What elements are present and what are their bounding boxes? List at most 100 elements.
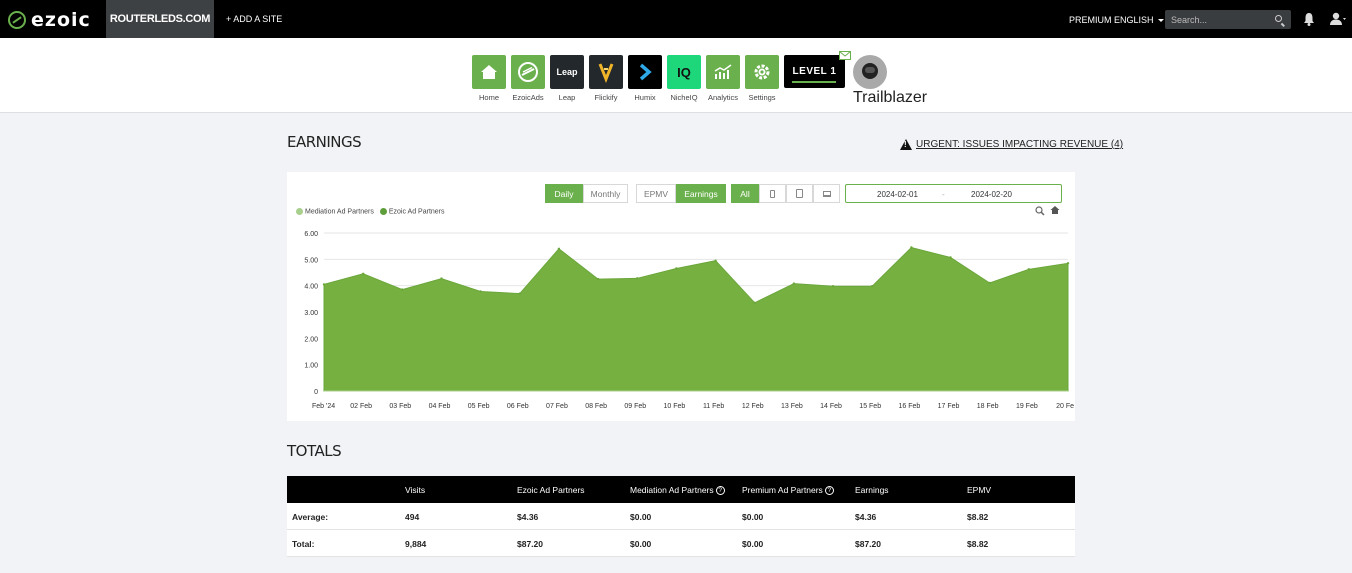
data-point [910, 246, 913, 249]
ezoic-logo[interactable]: ezoic [8, 9, 91, 31]
x-tick-label: 17 Feb [938, 403, 960, 410]
data-point [831, 285, 835, 288]
data-point [362, 272, 365, 275]
home-icon [472, 55, 506, 89]
cell-ezoic: $87.20 [517, 539, 543, 549]
data-point [949, 256, 952, 259]
humix-icon [628, 55, 662, 89]
warning-icon [900, 139, 912, 150]
search-input[interactable] [1165, 10, 1265, 30]
header-mediation-label: Mediation Ad Partners [630, 485, 714, 495]
x-tick-label: 18 Feb [977, 403, 999, 410]
x-tick-label: 07 Feb [546, 403, 568, 410]
cell-earnings: $87.20 [855, 539, 881, 549]
cell-visits: 494 [405, 512, 420, 522]
earnings-heading: EARNINGS [287, 133, 362, 151]
cell-mediation: $0.00 [630, 539, 652, 549]
urgent-issues-link[interactable]: URGENT: ISSUES IMPACTING REVENUE (4) [900, 139, 1123, 150]
ezoic-logo-icon [8, 11, 26, 29]
data-point [479, 290, 482, 293]
table-row: Average: 494 $4.36 $0.00 $0.00 $4.36 $8.… [287, 503, 1075, 530]
help-icon[interactable]: ? [824, 486, 834, 496]
data-point [1027, 268, 1030, 271]
x-tick-label: 16 Feb [898, 403, 920, 410]
series-area-ezoic-ad-partners [323, 246, 1069, 392]
data-point [401, 288, 404, 291]
data-point [675, 267, 678, 270]
language-dropdown[interactable]: ENGLISH [1114, 15, 1164, 25]
header-mediation-ad-partners: Mediation Ad Partners? [630, 485, 725, 496]
level-badge[interactable]: LEVEL 1 [784, 51, 851, 88]
cell-mediation: $0.00 [630, 512, 652, 522]
x-tick-label: Feb '24 [312, 403, 335, 410]
app-label: Settings [748, 93, 776, 102]
x-tick-label: 08 Feb [585, 403, 607, 410]
y-tick-label: 3.00 [304, 310, 318, 317]
y-tick-label: 0 [314, 389, 318, 396]
x-tick-label: 19 Feb [1016, 403, 1038, 410]
data-point [1066, 262, 1070, 265]
data-point [714, 259, 717, 262]
data-point [322, 283, 326, 286]
data-point [596, 277, 600, 281]
user-icon[interactable] [1330, 12, 1346, 26]
header-visits: Visits [405, 485, 426, 495]
x-tick-label: 09 Feb [624, 403, 646, 410]
caret-down-icon [1157, 19, 1164, 23]
astronaut-icon [853, 55, 887, 89]
bell-icon[interactable] [1303, 12, 1315, 26]
header-ezoic-ad-partners: Ezoic Ad Partners [517, 485, 585, 495]
y-tick-label: 1.00 [304, 363, 318, 370]
site-selector-tab[interactable]: ROUTERLEDS.COM [106, 0, 214, 38]
data-point [753, 301, 756, 304]
cell-premium: $0.00 [742, 512, 764, 522]
cell-visits: 9,884 [405, 539, 427, 549]
add-site-link[interactable]: + ADD A SITE [226, 14, 282, 24]
urgent-issues-text: URGENT: ISSUES IMPACTING REVENUE (4) [916, 139, 1124, 150]
earnings-area-chart: 0 1.00 2.00 3.00 4.00 5.00 6.00 Feb '24 02 Feb 03… [304, 231, 1074, 410]
analytics-icon [706, 55, 740, 89]
data-point [518, 292, 521, 295]
row-label: Average: [292, 512, 329, 522]
ezoicads-icon [511, 55, 545, 89]
cell-earnings: $4.36 [855, 512, 877, 522]
x-tick-label: 04 Feb [429, 403, 451, 410]
cell-epmv: $8.82 [967, 539, 989, 549]
top-navbar: ezoic ROUTERLEDS.COM + ADD A SITE PREMIU… [0, 0, 1352, 38]
flickify-icon [589, 55, 623, 89]
data-point [557, 247, 561, 250]
envelope-icon [839, 51, 851, 60]
app-launcher-bar: Home EzoicAds Leap Leap Flickify Humix I… [0, 38, 1352, 113]
nicheiq-tile-text: IQ [677, 64, 691, 80]
x-tick-label: 05 Feb [468, 403, 490, 410]
table-header-row: Visits Ezoic Ad Partners Mediation Ad Pa… [287, 476, 1075, 503]
x-tick-label: 14 Feb [820, 403, 842, 410]
header-premium-ad-partners: Premium Ad Partners? [742, 485, 834, 496]
gear-icon [745, 55, 779, 89]
y-tick-label: 4.00 [304, 284, 318, 291]
y-tick-label: 6.00 [304, 231, 318, 238]
level-progress-bar [792, 81, 836, 83]
trailblazer-avatar[interactable]: Trailblazer [853, 55, 928, 107]
table-row: Total: 9,884 $87.20 $0.00 $0.00 $87.20 $… [287, 530, 1075, 557]
totals-heading: TOTALS [287, 442, 342, 460]
logo-text: ezoic [31, 9, 91, 31]
language-label: ENGLISH [1114, 15, 1154, 25]
y-tick-label: 5.00 [304, 257, 318, 264]
x-tick-label: 20 Fe [1056, 403, 1074, 410]
x-tick-label: 15 Feb [859, 403, 881, 410]
nicheiq-icon: IQ [667, 55, 701, 89]
header-earnings: Earnings [855, 485, 889, 495]
x-tick-label: 03 Feb [389, 403, 411, 410]
search-icon[interactable] [1275, 15, 1282, 22]
row-label: Total: [292, 539, 315, 549]
earnings-chart-panel: Daily Monthly EPMV Earnings All 2024-02-… [287, 172, 1075, 421]
help-icon[interactable]: ? [715, 486, 725, 496]
app-settings[interactable]: Settings [745, 55, 779, 102]
x-tick-label: 12 Feb [742, 403, 764, 410]
leap-tile-text: Leap [556, 67, 578, 77]
trailblazer-label: Trailblazer [853, 89, 928, 106]
premium-link[interactable]: PREMIUM [1069, 15, 1112, 25]
cell-epmv: $8.82 [967, 512, 989, 522]
totals-table: Visits Ezoic Ad Partners Mediation Ad Pa… [287, 476, 1075, 557]
